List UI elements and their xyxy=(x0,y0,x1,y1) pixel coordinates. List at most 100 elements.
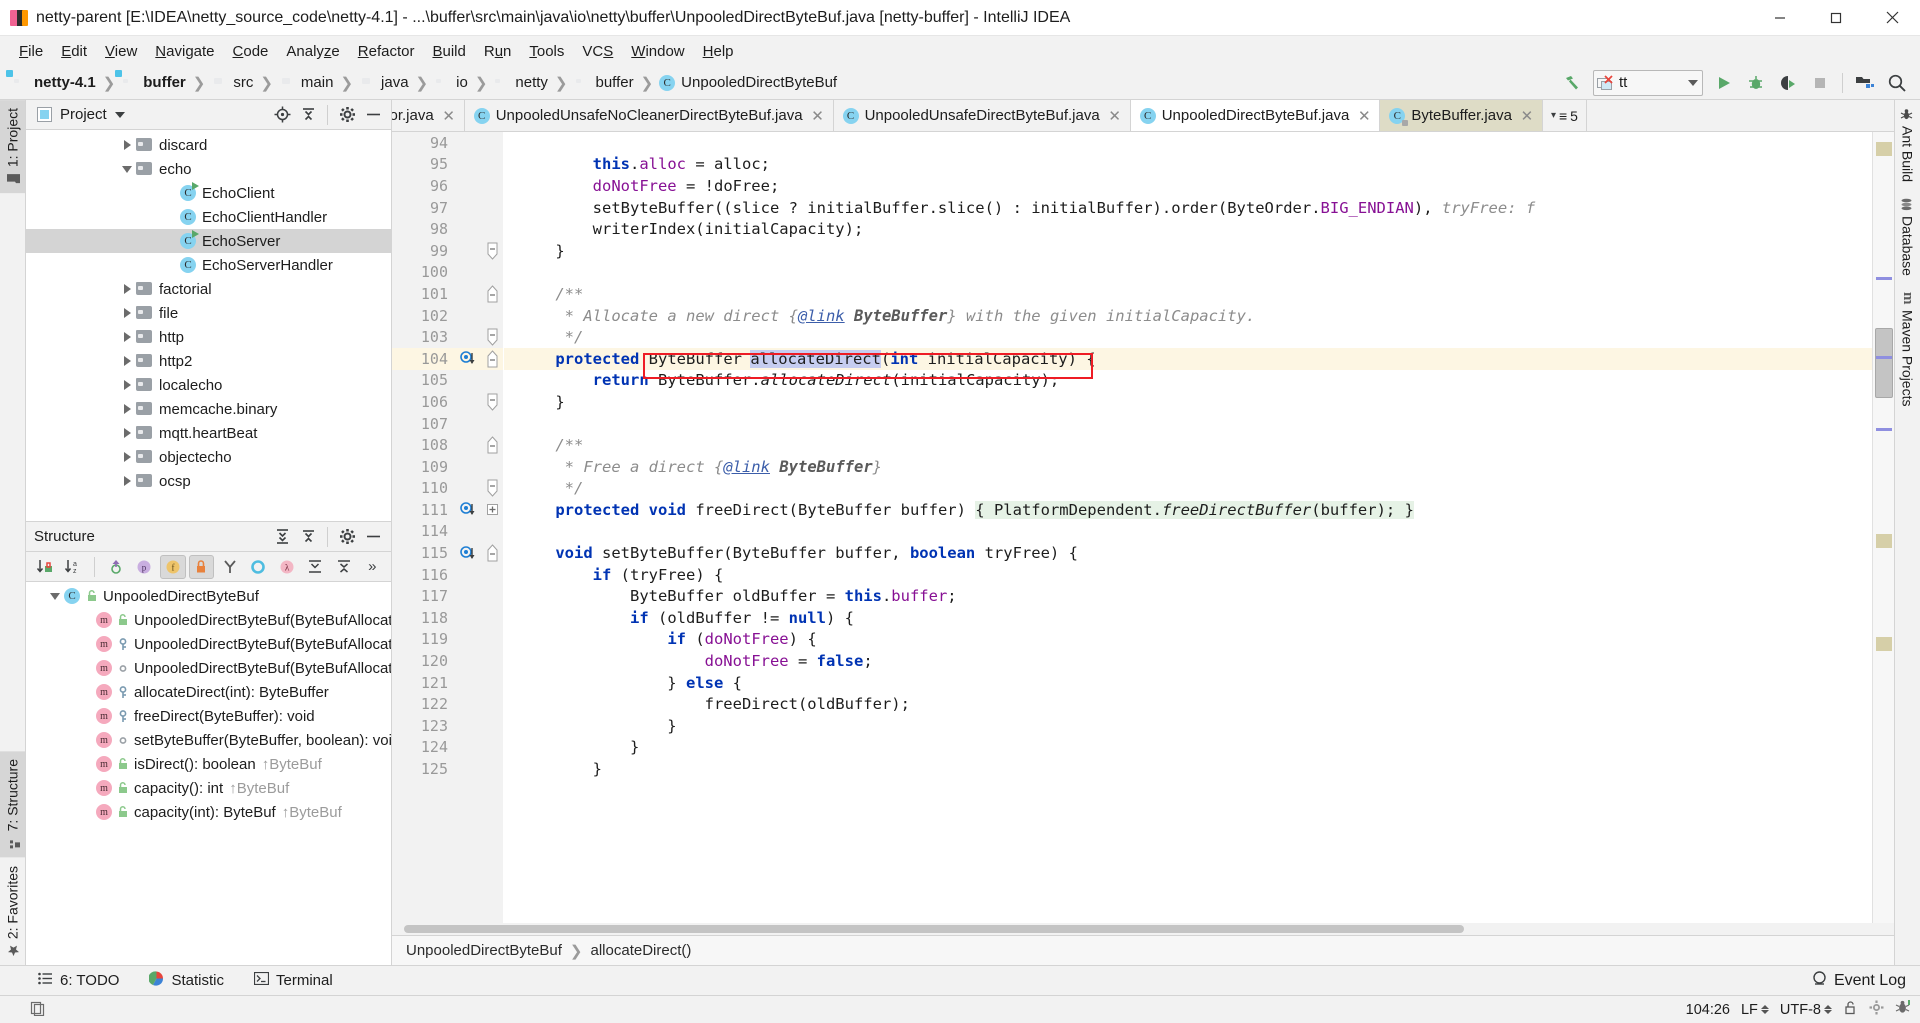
override-method-icon[interactable] xyxy=(454,545,482,561)
scroll-thumb[interactable] xyxy=(1875,328,1893,398)
project-tree-row[interactable]: C EchoServerHandler xyxy=(26,253,391,277)
sidebar-item-database[interactable]: Database xyxy=(1895,190,1920,284)
code-line[interactable]: if (oldBuffer != null) { xyxy=(504,607,1872,629)
gutter-row[interactable]: 123 xyxy=(392,715,503,737)
menu-view[interactable]: View xyxy=(96,40,146,63)
override-method-icon[interactable] xyxy=(454,351,482,366)
show-non-public-button[interactable] xyxy=(188,554,215,579)
inspection-gear-icon[interactable] xyxy=(1869,1000,1884,1019)
structure-tree-row[interactable]: m allocateDirect(int): ByteBuffer xyxy=(26,680,391,704)
gutter-row[interactable]: 110 xyxy=(392,478,503,500)
caret-position[interactable]: 104:26 xyxy=(1686,1002,1730,1018)
structure-tree-row[interactable]: m capacity(int): ByteBuf ↑ByteBuf xyxy=(26,800,391,824)
code-line[interactable]: */ xyxy=(504,478,1872,500)
project-tree-row[interactable]: mqtt.heartBeat xyxy=(26,421,391,445)
project-tree-row[interactable]: ocsp xyxy=(26,469,391,493)
code-line[interactable]: this.alloc = alloc; xyxy=(504,154,1872,176)
code-line[interactable]: /** xyxy=(504,283,1872,305)
chevron-down-icon[interactable] xyxy=(46,592,64,600)
code-line[interactable]: freeDirect(oldBuffer); xyxy=(504,693,1872,715)
code-line[interactable]: protected ByteBuffer allocateDirect(int … xyxy=(504,347,1872,370)
menu-help[interactable]: Help xyxy=(694,40,743,63)
breadcrumb-class[interactable]: UnpooledDirectByteBuf xyxy=(406,942,562,959)
menu-tools[interactable]: Tools xyxy=(520,40,573,63)
code-line[interactable]: doNotFree = !doFree; xyxy=(504,175,1872,197)
tool-window-terminal[interactable]: Terminal xyxy=(250,970,337,991)
breadcrumb-item-buffer-pkg[interactable]: buffer xyxy=(572,70,637,96)
editor-tab[interactable]: C ByteBuffer.java ✕ xyxy=(1380,100,1543,131)
project-tree-row[interactable]: memcache.binary xyxy=(26,397,391,421)
gutter-row[interactable]: 122 xyxy=(392,693,503,715)
chevron-right-icon[interactable] xyxy=(118,428,136,438)
gutter-row[interactable]: 119 xyxy=(392,629,503,651)
lock-icon[interactable] xyxy=(1843,1000,1858,1019)
code-line[interactable]: } xyxy=(504,737,1872,759)
project-tree-row[interactable]: file xyxy=(26,301,391,325)
gutter-row[interactable]: 106 xyxy=(392,391,503,413)
code-line[interactable]: } else { xyxy=(504,672,1872,694)
structure-tree-row[interactable]: m isDirect(): boolean ↑ByteBuf xyxy=(26,752,391,776)
build-project-button[interactable] xyxy=(1557,69,1587,97)
code-line[interactable]: ByteBuffer oldBuffer = this.buffer; xyxy=(504,585,1872,607)
fold-end-icon[interactable] xyxy=(482,241,502,261)
breadcrumb-item-io[interactable]: io xyxy=(432,70,471,96)
gutter-row[interactable]: 124 xyxy=(392,737,503,759)
close-tab-icon[interactable]: ✕ xyxy=(1107,108,1123,125)
chevron-right-icon[interactable] xyxy=(118,452,136,462)
code-line[interactable]: if (tryFree) { xyxy=(504,564,1872,586)
sidebar-item-maven-projects[interactable]: m Maven Projects xyxy=(1895,284,1920,414)
fold-end-icon[interactable] xyxy=(482,392,502,412)
code-line[interactable]: doNotFree = false; xyxy=(504,650,1872,672)
run-configuration-selector[interactable]: tt xyxy=(1593,69,1703,96)
gutter-row[interactable]: 118 xyxy=(392,607,503,629)
code-line[interactable]: void setByteBuffer(ByteBuffer buffer, bo… xyxy=(504,542,1872,564)
project-tree-row[interactable]: http xyxy=(26,325,391,349)
gutter-row[interactable]: 108 xyxy=(392,434,503,456)
menu-run[interactable]: Run xyxy=(475,40,521,63)
tool-window-todo[interactable]: 6: TODO xyxy=(34,970,123,991)
chevron-right-icon[interactable] xyxy=(118,308,136,318)
locate-file-button[interactable] xyxy=(270,103,294,127)
structure-tree-row[interactable]: m UnpooledDirectByteBuf(ByteBufAllocator, xyxy=(26,656,391,680)
chevron-right-icon[interactable] xyxy=(118,404,136,414)
gutter-row[interactable]: 95 xyxy=(392,154,503,176)
project-tree-row[interactable]: factorial xyxy=(26,277,391,301)
scroll-thumb[interactable] xyxy=(404,925,1464,933)
gutter-row[interactable]: 117 xyxy=(392,585,503,607)
editor-tab[interactable]: C UnpooledUnsafeDirectByteBuf.java ✕ xyxy=(833,100,1131,131)
project-tree[interactable]: discard echo C EchoClient C EchoClientHandler… xyxy=(26,130,391,521)
breadcrumb-item-java[interactable]: java xyxy=(357,70,412,96)
structure-tree-row[interactable]: C UnpooledDirectByteBuf xyxy=(26,584,391,608)
code-line[interactable]: /** xyxy=(504,434,1872,456)
project-tree-row[interactable]: localecho xyxy=(26,373,391,397)
chevron-right-icon[interactable] xyxy=(118,140,136,150)
code-line[interactable] xyxy=(504,413,1872,435)
project-tree-row[interactable]: C EchoClient xyxy=(26,181,391,205)
code-line[interactable]: } xyxy=(504,715,1872,737)
structure-tree-row[interactable]: m capacity(): int ↑ByteBuf xyxy=(26,776,391,800)
code-line[interactable]: protected void freeDirect(ByteBuffer buf… xyxy=(504,499,1872,521)
sort-alphabetically-button[interactable]: az xyxy=(61,555,87,579)
fold-end-icon[interactable] xyxy=(482,327,502,347)
show-fields-button[interactable]: f xyxy=(159,554,186,579)
fold-start-icon[interactable] xyxy=(482,543,502,563)
sidebar-item-project[interactable]: 1: Project xyxy=(0,100,25,194)
close-tab-icon[interactable]: ✕ xyxy=(810,108,826,125)
structure-tree-row[interactable]: m freeDirect(ByteBuffer): void xyxy=(26,704,391,728)
sort-by-visibility-button[interactable] xyxy=(32,555,58,579)
gutter-row[interactable]: 101 xyxy=(392,283,503,305)
editor-tab[interactable]: C UnpooledDirectByteBuf.java ✕ xyxy=(1130,100,1381,131)
expand-all-button[interactable] xyxy=(303,555,329,579)
project-structure-button[interactable] xyxy=(1850,69,1880,97)
settings-gear-button[interactable] xyxy=(335,103,359,127)
editor-tab[interactable]: Cator.java✕ xyxy=(392,100,465,131)
encoding[interactable]: UTF-8 xyxy=(1780,1002,1832,1018)
menu-build[interactable]: Build xyxy=(423,40,474,63)
breadcrumb-item-src[interactable]: src xyxy=(209,70,256,96)
structure-tree-row[interactable]: m UnpooledDirectByteBuf(ByteBufAllocator, xyxy=(26,608,391,632)
structure-tree[interactable]: C UnpooledDirectByteBuf m UnpooledDirectByt… xyxy=(26,582,391,965)
gutter-row[interactable]: 96 xyxy=(392,175,503,197)
code-line[interactable]: * Allocate a new direct {@link ByteBuffe… xyxy=(504,305,1872,327)
close-button[interactable] xyxy=(1864,0,1920,36)
code-line[interactable]: if (doNotFree) { xyxy=(504,629,1872,651)
